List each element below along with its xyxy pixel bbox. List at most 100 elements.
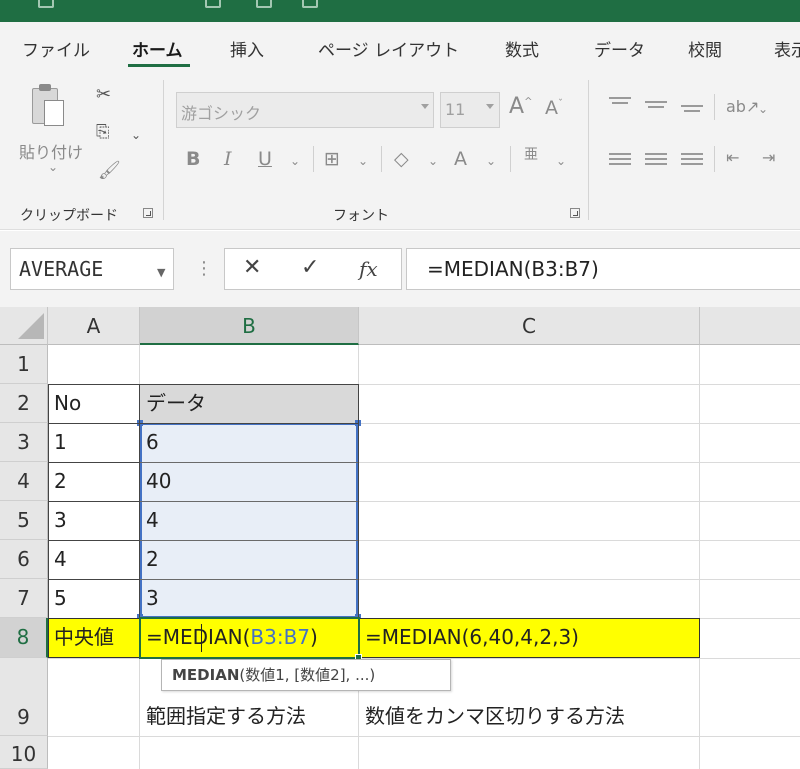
- tab-insert[interactable]: 挿入: [230, 36, 264, 61]
- borders-icon[interactable]: ⊞: [324, 150, 340, 169]
- underline-dropdown-icon[interactable]: ⌄: [290, 154, 300, 168]
- decrease-indent-icon[interactable]: ⇤: [726, 150, 739, 166]
- touch-mode-icon[interactable]: [205, 0, 221, 8]
- tab-home[interactable]: ホーム: [132, 36, 183, 61]
- formula-bar-grip-icon[interactable]: ⋮: [195, 258, 213, 279]
- format-painter-icon[interactable]: 🖌: [98, 162, 121, 180]
- function-tooltip[interactable]: MEDIAN(数値1, [数値2], ...): [161, 659, 451, 691]
- font-launcher-icon[interactable]: [570, 208, 580, 218]
- insert-function-icon[interactable]: fx: [359, 257, 378, 281]
- align-center-icon[interactable]: [645, 153, 667, 169]
- font-color-icon[interactable]: A: [454, 150, 467, 169]
- copy-dropdown-icon[interactable]: ⌄: [131, 128, 141, 142]
- format-divider: [381, 146, 382, 172]
- cell-a4[interactable]: 2: [48, 462, 67, 501]
- column-header-d[interactable]: [700, 307, 800, 345]
- column-header-b[interactable]: B: [140, 307, 359, 345]
- italic-icon[interactable]: I: [224, 150, 232, 169]
- print-preview-icon[interactable]: [256, 0, 272, 8]
- column-header-c[interactable]: C: [359, 307, 700, 345]
- check-icon[interactable]: ✓: [301, 255, 319, 280]
- middle-align-icon[interactable]: [645, 101, 667, 117]
- bottom-align-icon[interactable]: [681, 105, 703, 121]
- bold-icon[interactable]: B: [186, 150, 200, 169]
- cell-a2[interactable]: No: [48, 384, 81, 423]
- text-cursor: [201, 624, 202, 652]
- phonetic-dropdown-icon[interactable]: ⌄: [556, 154, 566, 168]
- name-box[interactable]: AVERAGE: [10, 248, 174, 290]
- clipboard-launcher-icon[interactable]: [143, 208, 153, 218]
- cut-icon[interactable]: ✂: [96, 86, 111, 104]
- cell-a7[interactable]: 5: [48, 579, 67, 618]
- cancel-icon[interactable]: ✕: [243, 255, 261, 280]
- tab-formulas[interactable]: 数式: [505, 36, 539, 61]
- table-inner-border: [48, 423, 359, 424]
- gridline: [699, 345, 700, 769]
- font-size-select[interactable]: 11: [440, 92, 500, 128]
- orientation-icon[interactable]: ab↗: [726, 99, 759, 115]
- select-all-icon: [18, 313, 44, 339]
- align-left-icon[interactable]: [609, 153, 631, 169]
- paste-icon[interactable]: [32, 84, 66, 128]
- borders-dropdown-icon[interactable]: ⌄: [358, 154, 368, 168]
- formula-input[interactable]: =MEDIAN(B3:B7): [406, 248, 800, 290]
- title-bar: [0, 0, 800, 22]
- increase-indent-icon[interactable]: ⇥: [762, 150, 775, 166]
- tooltip-arguments: (数値1, [数値2], ...): [239, 666, 376, 684]
- row-header-4[interactable]: 4: [0, 462, 48, 501]
- gridline: [48, 736, 800, 737]
- row-header-8[interactable]: 8: [0, 618, 48, 658]
- font-size-caret-icon[interactable]: [486, 104, 494, 109]
- font-color-dropdown-icon[interactable]: ⌄: [486, 154, 496, 168]
- save-icon[interactable]: [38, 0, 54, 8]
- cell-a6[interactable]: 4: [48, 540, 67, 579]
- cell-c8[interactable]: =MEDIAN(6,40,4,2,3): [359, 618, 579, 657]
- fill-color-icon[interactable]: ◇: [394, 150, 409, 169]
- row-header-2[interactable]: 2: [0, 384, 48, 423]
- name-box-dropdown-icon[interactable]: ▼: [157, 266, 165, 279]
- underline-icon[interactable]: U: [258, 150, 272, 169]
- increase-font-icon[interactable]: A^: [509, 96, 532, 118]
- tab-review[interactable]: 校閲: [688, 36, 722, 61]
- top-align-icon[interactable]: [609, 97, 631, 113]
- cell-a8[interactable]: 中央値: [48, 618, 114, 657]
- quick-print-icon[interactable]: [302, 0, 318, 8]
- row-header-3[interactable]: 3: [0, 423, 48, 462]
- cell-b4[interactable]: 40: [140, 462, 171, 501]
- row-header-5[interactable]: 5: [0, 501, 48, 540]
- phonetic-guide-icon[interactable]: 亜: [524, 148, 538, 162]
- cell-b6[interactable]: 2: [140, 540, 159, 579]
- font-name-caret-icon[interactable]: [421, 104, 429, 109]
- row-header-7[interactable]: 7: [0, 579, 48, 618]
- cell-b2[interactable]: データ: [140, 384, 206, 423]
- cell-c9[interactable]: 数値をカンマ区切りする方法: [359, 697, 625, 736]
- formula-buttons: ✕ ✓ fx: [224, 248, 402, 290]
- orientation-dropdown-icon[interactable]: ⌄: [758, 102, 768, 116]
- table-inner-border: [140, 501, 358, 502]
- cell-b5[interactable]: 4: [140, 501, 159, 540]
- align-right-icon[interactable]: [681, 153, 703, 169]
- tab-page-layout[interactable]: ページ レイアウト: [318, 36, 459, 61]
- group-divider: [163, 80, 164, 220]
- row-header-1[interactable]: 1: [0, 345, 48, 384]
- tab-view[interactable]: 表示: [774, 36, 800, 61]
- cell-a3[interactable]: 1: [48, 423, 67, 462]
- paste-dropdown-icon[interactable]: ⌄: [48, 160, 58, 174]
- clipboard-group-label: クリップボード: [20, 208, 118, 224]
- tooltip-function-name[interactable]: MEDIAN: [172, 666, 239, 684]
- cell-a5[interactable]: 3: [48, 501, 67, 540]
- active-cell-b8[interactable]: [139, 617, 360, 659]
- cell-b3[interactable]: 6: [140, 423, 159, 462]
- font-name-select[interactable]: 游ゴシック: [176, 92, 434, 128]
- column-header-a[interactable]: A: [48, 307, 140, 345]
- row-header-10[interactable]: 10: [0, 736, 48, 769]
- cell-b9[interactable]: 範囲指定する方法: [140, 697, 306, 736]
- cell-b7[interactable]: 3: [140, 579, 159, 618]
- fill-color-dropdown-icon[interactable]: ⌄: [428, 154, 438, 168]
- row-header-6[interactable]: 6: [0, 540, 48, 579]
- tab-data[interactable]: データ: [594, 36, 645, 61]
- decrease-font-icon[interactable]: Aˇ: [545, 99, 563, 118]
- row-header-9[interactable]: 9: [0, 658, 48, 736]
- copy-icon[interactable]: ⎘: [96, 124, 110, 141]
- tab-file[interactable]: ファイル: [22, 36, 90, 61]
